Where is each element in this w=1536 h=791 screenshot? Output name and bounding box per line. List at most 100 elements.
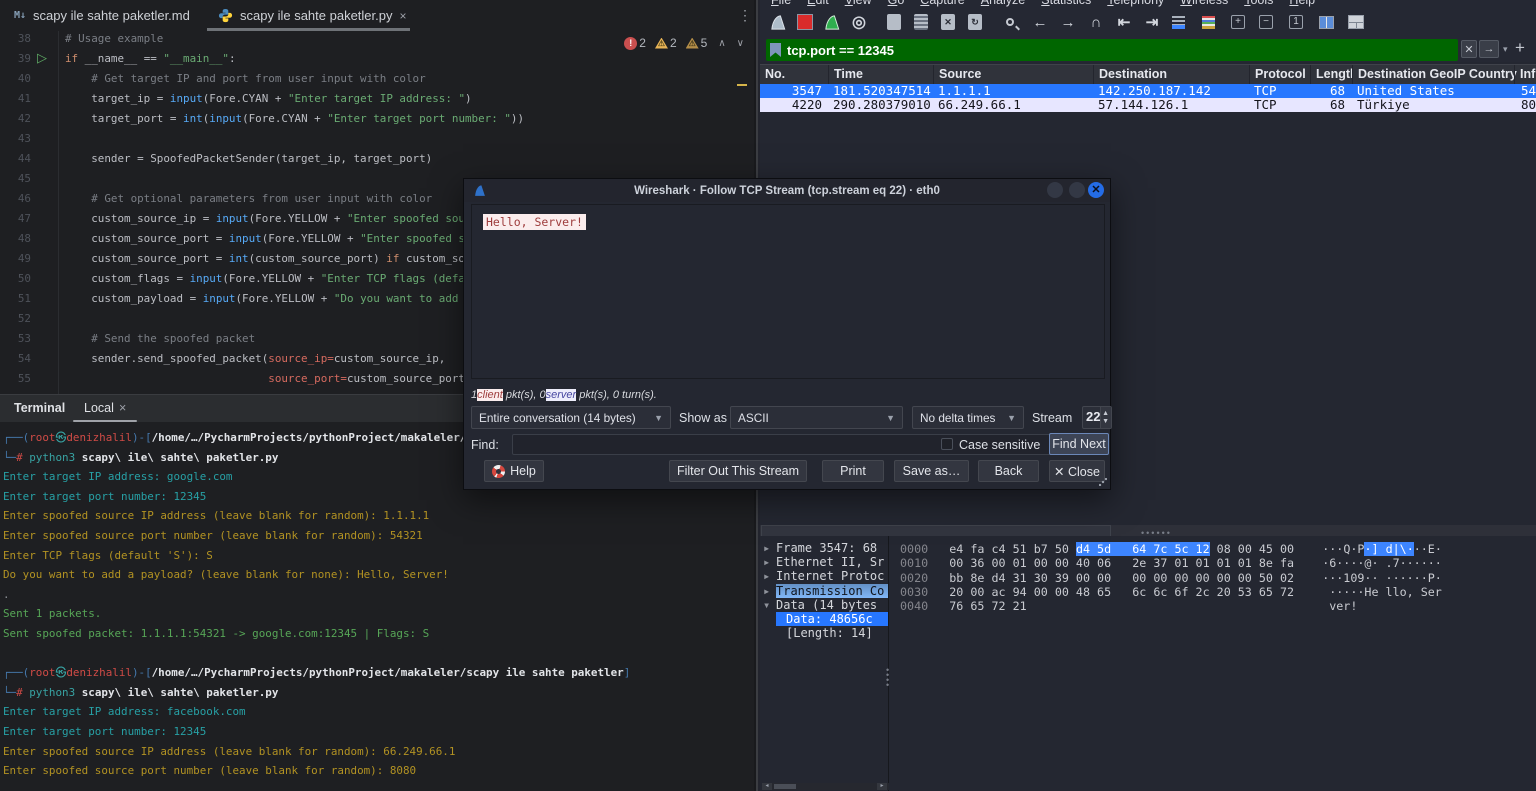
tab-md-file[interactable]: M↓ scapy ile sahte paketler.md — [14, 0, 190, 31]
tab-py-file[interactable]: scapy ile sahte paketler.py × — [218, 0, 407, 31]
stream-content[interactable]: Hello, Server! — [471, 204, 1105, 379]
help-button[interactable]: Help — [484, 460, 544, 482]
auto-scroll-icon[interactable] — [1166, 10, 1190, 34]
menu-item[interactable]: Edit — [799, 0, 837, 7]
hex-line[interactable]: 0020 bb 8e d4 31 30 39 00 00 00 00 00 00… — [900, 571, 1536, 585]
next-issue-icon[interactable]: ∨ — [737, 38, 744, 49]
hex-line[interactable]: 0030 20 00 ac 94 00 00 48 65 6c 6c 6f 2c… — [900, 585, 1536, 599]
show-as-select[interactable]: ASCII▼ — [730, 406, 903, 429]
packet-list-hscrollbar-thumb[interactable] — [762, 525, 1110, 536]
col-no[interactable]: No. — [760, 65, 828, 84]
detail-hex-splitter[interactable] — [888, 536, 889, 791]
filter-bookmark-icon[interactable] — [770, 43, 781, 57]
col-destination[interactable]: Destination — [1093, 65, 1249, 84]
go-last-icon[interactable]: ⇥ — [1140, 10, 1164, 34]
packet-row[interactable]: 4220 290.280379010 66.249.66.1 57.144.12… — [760, 98, 1536, 112]
warning-stripe-mark[interactable] — [737, 84, 747, 86]
hex-line[interactable]: 0040 76 65 72 21 ver! — [900, 599, 1536, 613]
menu-item[interactable]: File — [763, 0, 799, 7]
packet-detail-tree[interactable]: ▸ Frame 3547: 68▸ Ethernet II, Sr▸ Inter… — [760, 541, 888, 782]
display-filter-bar[interactable]: tcp.port == 12345 — [766, 39, 1458, 61]
resize-grip[interactable] — [1099, 478, 1107, 486]
reload-icon[interactable]: ↻ — [963, 10, 987, 34]
col-geoip[interactable]: Destination GeoIP Country — [1352, 65, 1518, 84]
packet-row-selected[interactable]: 3547 181.520347514 1.1.1.1 142.250.187.1… — [760, 84, 1536, 98]
maximize-icon[interactable] — [1069, 182, 1085, 198]
tree-item[interactable]: ▸ Transmission Co — [760, 584, 888, 598]
col-length[interactable]: Length — [1310, 65, 1352, 84]
minimize-icon[interactable] — [1047, 182, 1063, 198]
packet-list-header[interactable]: No. Time Source Destination Protocol Len… — [760, 64, 1536, 84]
tree-scroll-left-icon[interactable]: ◂ — [762, 783, 772, 790]
save-file-icon[interactable] — [909, 10, 933, 34]
find-next-button[interactable]: Find Next — [1049, 433, 1109, 455]
find-packet-icon[interactable] — [998, 10, 1022, 34]
menu-item[interactable]: Go — [880, 0, 913, 7]
hex-dump-pane[interactable]: 0000 e4 fa c4 51 b7 50 d4 5d 64 7c 5c 12… — [900, 542, 1536, 782]
back-button[interactable]: Back — [978, 460, 1039, 482]
go-to-packet-icon[interactable]: ∩ — [1084, 10, 1108, 34]
tree-item[interactable]: [Length: 14] — [760, 626, 888, 640]
menu-item[interactable]: Analyze — [973, 0, 1033, 7]
filter-clear-icon[interactable]: ✕ — [1461, 40, 1477, 58]
terminal-tab-close-icon[interactable]: × — [119, 401, 126, 415]
capture-options-icon[interactable]: ◎ — [847, 10, 871, 34]
case-sensitive-checkbox[interactable] — [941, 438, 953, 450]
zoom-in-icon[interactable]: + — [1226, 10, 1250, 34]
stream-number-spinner[interactable]: 22 ▲ ▼ — [1082, 406, 1112, 429]
filter-add-icon[interactable]: + — [1515, 38, 1525, 58]
layout-icon[interactable] — [1344, 10, 1368, 34]
tree-scroll-right-icon[interactable]: ▸ — [877, 783, 887, 790]
tree-item[interactable]: ▾ Data (14 bytes — [760, 598, 888, 612]
spinner-up-icon[interactable]: ▲ — [1102, 410, 1109, 417]
pane-splitter-grip[interactable]: •••••• — [1141, 528, 1172, 538]
tab-close-icon[interactable]: × — [399, 9, 406, 23]
filter-out-button[interactable]: Filter Out This Stream — [669, 460, 807, 482]
tree-hscrollbar-thumb[interactable] — [774, 784, 796, 789]
inspections-widget[interactable]: !2 ⚠2 ⚠5 ∧ ∨ — [624, 36, 746, 50]
dialog-title-bar[interactable]: Wireshark · Follow TCP Stream (tcp.strea… — [464, 179, 1110, 202]
menu-item[interactable]: View — [837, 0, 880, 7]
delta-times-select[interactable]: No delta times▼ — [912, 406, 1024, 429]
filter-dropdown-icon[interactable]: ▾ — [1503, 44, 1508, 55]
filter-input[interactable]: tcp.port == 12345 — [787, 43, 894, 58]
terminal-title[interactable]: Terminal — [14, 401, 65, 415]
capture-start-icon[interactable] — [766, 10, 790, 34]
prev-issue-icon[interactable]: ∧ — [718, 38, 725, 49]
close-window-icon[interactable]: ✕ — [1088, 182, 1104, 198]
go-back-icon[interactable]: ← — [1028, 10, 1052, 34]
capture-stop-icon[interactable] — [793, 10, 817, 34]
zoom-normal-icon[interactable]: 1 — [1284, 10, 1308, 34]
resize-columns-icon[interactable] — [1314, 10, 1338, 34]
run-icon[interactable]: ▷ — [37, 50, 47, 66]
print-button[interactable]: Print — [822, 460, 884, 482]
colorize-icon[interactable] — [1196, 10, 1220, 34]
splitter-grip-dots[interactable]: •••• — [886, 668, 890, 688]
menu-item[interactable]: Wireless — [1172, 0, 1236, 7]
tree-item[interactable]: ▸ Frame 3547: 68 — [760, 541, 888, 555]
menu-item[interactable]: Statistics — [1033, 0, 1099, 7]
terminal-tab-local[interactable]: Local — [84, 401, 114, 415]
col-protocol[interactable]: Protocol — [1249, 65, 1310, 84]
tree-item[interactable]: ▸ Internet Protoc — [760, 569, 888, 583]
save-as-button[interactable]: Save as… — [894, 460, 969, 482]
go-forward-icon[interactable]: → — [1056, 10, 1080, 34]
menu-item[interactable]: Capture — [912, 0, 972, 7]
menu-item[interactable]: Telephony — [1099, 0, 1172, 7]
open-file-icon[interactable] — [882, 10, 906, 34]
filter-apply-icon[interactable]: → — [1479, 40, 1499, 58]
capture-restart-icon[interactable] — [820, 10, 844, 34]
go-first-icon[interactable]: ⇤ — [1112, 10, 1136, 34]
spinner-down-icon[interactable]: ▼ — [1102, 418, 1109, 425]
close-capture-icon[interactable]: ✕ — [936, 10, 960, 34]
tab-options-icon[interactable]: ⋮ — [738, 7, 752, 24]
tree-item[interactable]: ▸ Ethernet II, Sr — [760, 555, 888, 569]
col-source[interactable]: Source — [933, 65, 1093, 84]
close-button[interactable]: ✕ Close — [1049, 460, 1105, 482]
tree-item[interactable]: Data: 48656c — [760, 612, 888, 626]
col-info[interactable]: Inf — [1514, 65, 1536, 84]
hex-line[interactable]: 0000 e4 fa c4 51 b7 50 d4 5d 64 7c 5c 12… — [900, 542, 1536, 556]
zoom-out-icon[interactable]: − — [1254, 10, 1278, 34]
hex-line[interactable]: 0010 00 36 00 01 00 00 40 06 2e 37 01 01… — [900, 556, 1536, 570]
conversation-select[interactable]: Entire conversation (14 bytes)▼ — [471, 406, 671, 429]
